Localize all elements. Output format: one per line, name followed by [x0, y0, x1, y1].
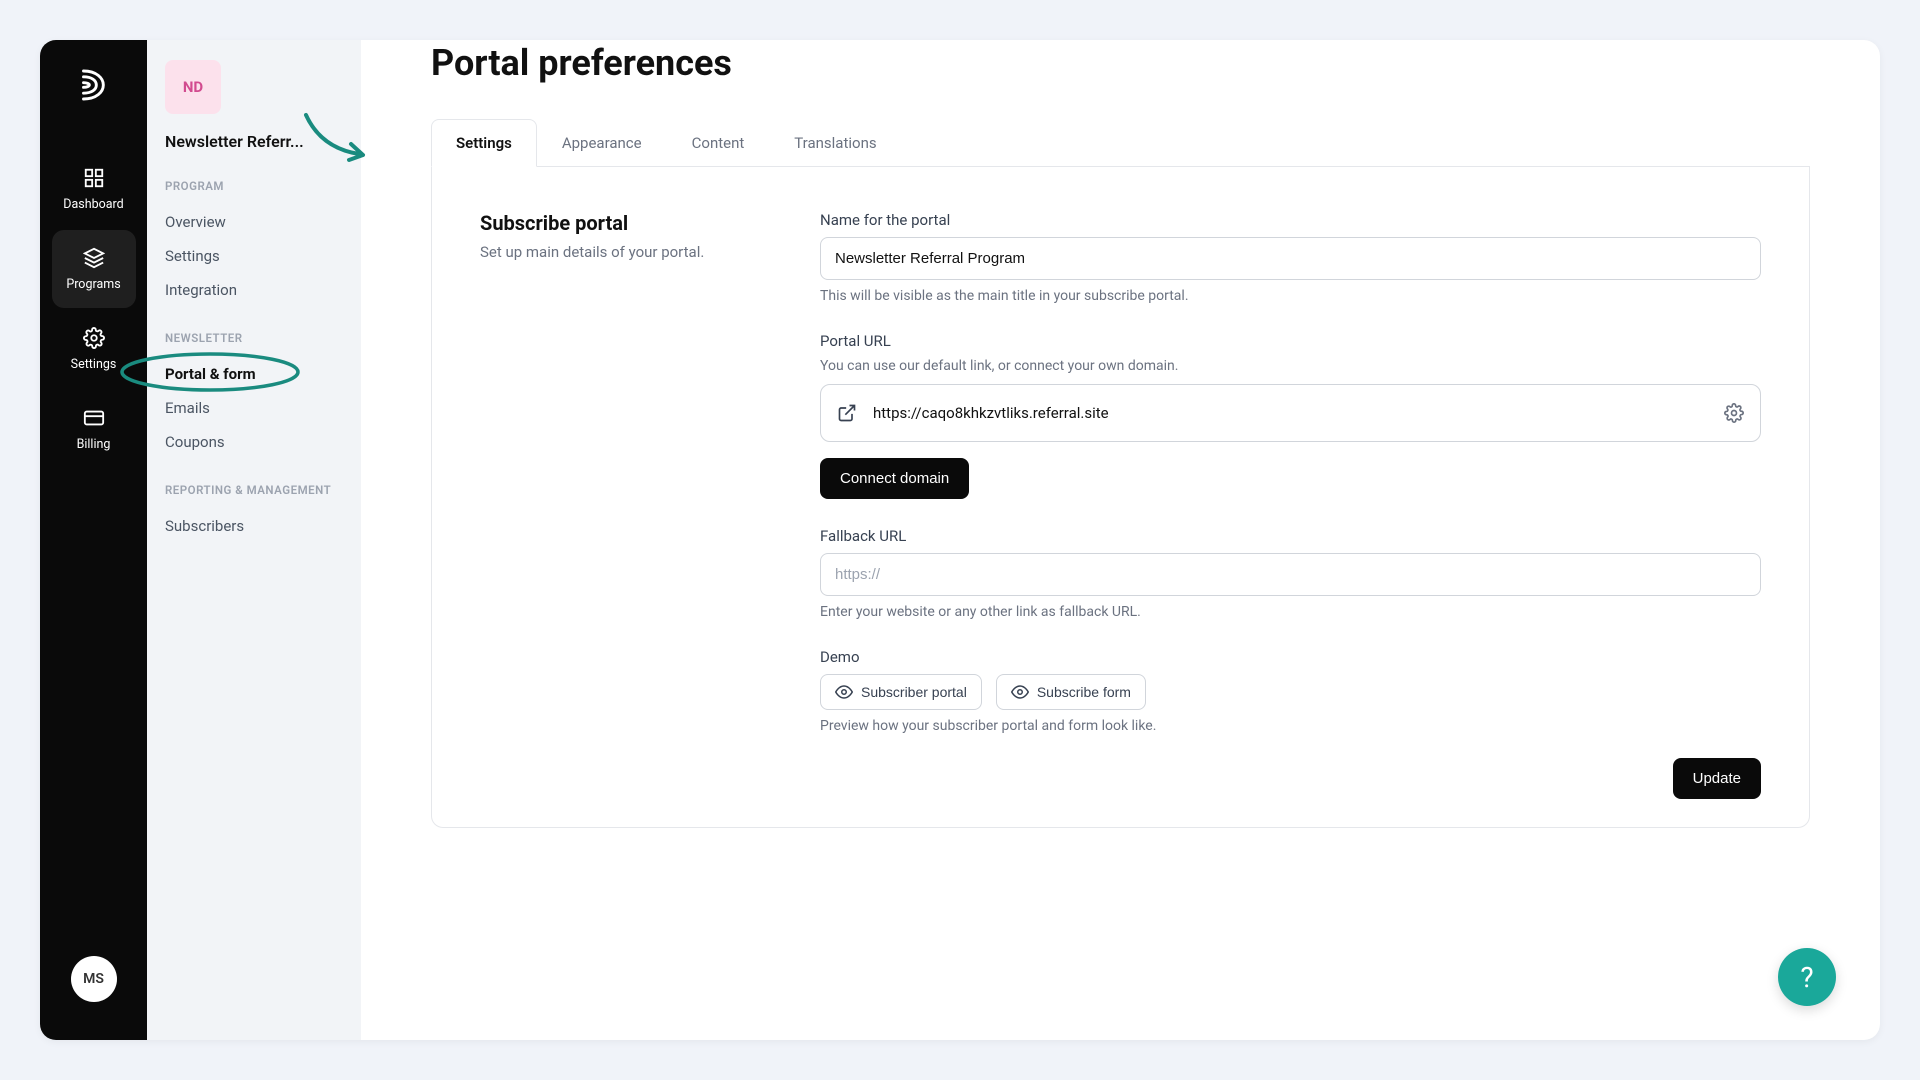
- rail-item-settings[interactable]: Settings: [52, 310, 136, 388]
- tab-content-box: Subscribe portal Set up main details of …: [431, 167, 1810, 828]
- section-desc: Set up main details of your portal.: [480, 243, 760, 261]
- rail-label: Billing: [77, 437, 111, 452]
- help-button[interactable]: ?: [1778, 948, 1836, 1006]
- portal-name-hint: This will be visible as the main title i…: [820, 288, 1761, 304]
- sidebar-item-coupons[interactable]: Coupons: [165, 425, 343, 459]
- eye-icon: [835, 683, 853, 701]
- demo-label: Demo: [820, 648, 1761, 666]
- program-name: Newsletter Referr...: [165, 132, 343, 151]
- gear-icon: [83, 327, 105, 349]
- sidebar-item-emails[interactable]: Emails: [165, 391, 343, 425]
- external-link-icon[interactable]: [837, 403, 857, 423]
- portal-url-sublabel: You can use our default link, or connect…: [820, 358, 1761, 374]
- dashboard-icon: [83, 167, 105, 189]
- sidebar-item-overview[interactable]: Overview: [165, 205, 343, 239]
- demo-btn1-label: Subscriber portal: [861, 684, 967, 700]
- tab-translations[interactable]: Translations: [769, 119, 901, 167]
- nav-rail: Dashboard Programs Settings Billing: [40, 40, 147, 1040]
- tab-content[interactable]: Content: [667, 119, 770, 167]
- rail-label: Programs: [66, 277, 120, 292]
- sidebar-item-settings[interactable]: Settings: [165, 239, 343, 273]
- sidebar: ND Newsletter Referr... PROGRAM Overview…: [147, 40, 361, 1040]
- portal-url-box: https://caqo8khkzvtliks.referral.site: [820, 384, 1761, 442]
- question-icon: ?: [1800, 961, 1813, 994]
- program-badge: ND: [165, 60, 221, 114]
- portal-name-label: Name for the portal: [820, 211, 1761, 229]
- tab-settings[interactable]: Settings: [431, 119, 537, 167]
- credit-card-icon: [83, 407, 105, 429]
- fallback-input[interactable]: [820, 553, 1761, 596]
- user-avatar[interactable]: MS: [71, 956, 117, 1002]
- rail-item-programs[interactable]: Programs: [52, 230, 136, 308]
- sidebar-item-subscribers[interactable]: Subscribers: [165, 509, 343, 543]
- sidebar-item-integration[interactable]: Integration: [165, 273, 343, 307]
- demo-subscribe-form-button[interactable]: Subscribe form: [996, 674, 1146, 710]
- rail-label: Dashboard: [63, 197, 123, 212]
- app-frame: Dashboard Programs Settings Billing: [40, 40, 1880, 1040]
- tabs: Settings Appearance Content Translations: [431, 118, 1810, 167]
- fallback-hint: Enter your website or any other link as …: [820, 604, 1761, 620]
- eye-icon: [1011, 683, 1029, 701]
- sidebar-item-portal-form[interactable]: Portal & form: [165, 357, 256, 391]
- portal-name-input[interactable]: [820, 237, 1761, 280]
- layers-icon: [83, 247, 105, 269]
- url-settings-icon[interactable]: [1724, 403, 1744, 423]
- logo-icon: [80, 68, 108, 102]
- section-label-newsletter: NEWSLETTER: [165, 331, 343, 345]
- rail-item-billing[interactable]: Billing: [52, 390, 136, 468]
- rail-item-dashboard[interactable]: Dashboard: [52, 150, 136, 228]
- connect-domain-button[interactable]: Connect domain: [820, 458, 969, 499]
- update-button[interactable]: Update: [1673, 758, 1761, 799]
- fallback-label: Fallback URL: [820, 527, 1761, 545]
- demo-subscriber-portal-button[interactable]: Subscriber portal: [820, 674, 982, 710]
- page-title: Portal preferences: [431, 40, 1810, 84]
- tab-appearance[interactable]: Appearance: [537, 119, 667, 167]
- section-title: Subscribe portal: [480, 211, 760, 235]
- demo-btn2-label: Subscribe form: [1037, 684, 1131, 700]
- portal-url-value: https://caqo8khkzvtliks.referral.site: [873, 404, 1708, 422]
- rail-label: Settings: [71, 357, 117, 372]
- section-label-program: PROGRAM: [165, 179, 343, 193]
- main-content: Portal preferences Settings Appearance C…: [361, 40, 1880, 1040]
- section-label-reporting: REPORTING & MANAGEMENT: [165, 483, 343, 497]
- demo-hint: Preview how your subscriber portal and f…: [820, 718, 1761, 734]
- portal-url-label: Portal URL: [820, 332, 1761, 350]
